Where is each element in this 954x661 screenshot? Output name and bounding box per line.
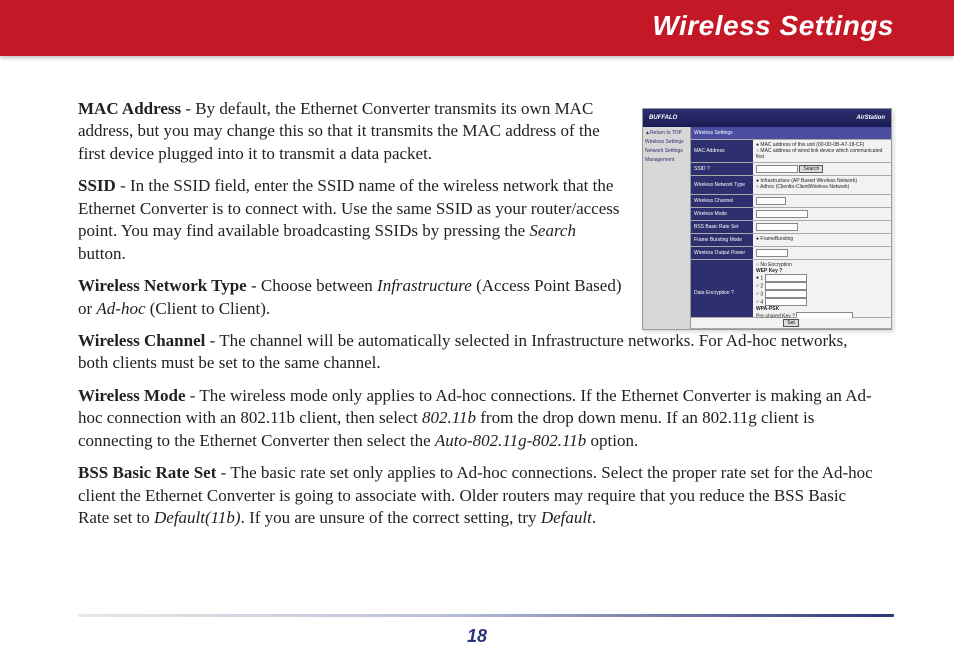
para-wm: Wireless Mode - The wireless mode only a…	[78, 385, 878, 452]
page: Wireless Settings BUFFALO AirStation ▲Re…	[0, 0, 954, 661]
emph-adhoc: Ad-hoc	[96, 299, 145, 318]
term-mac: MAC Address	[78, 99, 181, 118]
footer-rule	[78, 614, 894, 617]
term-wch: Wireless Channel	[78, 331, 205, 350]
term-wm: Wireless Mode	[78, 386, 186, 405]
emph-search: Search	[529, 221, 576, 240]
term-bss: BSS Basic Rate Set	[78, 463, 216, 482]
page-number: 18	[0, 626, 954, 647]
emph-infrastructure: Infrastructure	[377, 276, 472, 295]
para-bss: BSS Basic Rate Set - The basic rate set …	[78, 462, 878, 529]
emph-80211b: 802.11b	[422, 408, 476, 427]
para-ssid: SSID - In the SSID field, enter the SSID…	[78, 175, 623, 265]
emph-default: Default	[541, 508, 592, 527]
page-title: Wireless Settings	[652, 10, 894, 42]
term-ssid: SSID	[78, 176, 116, 195]
para-wnt: Wireless Network Type - Choose between I…	[78, 275, 623, 320]
emph-default11b: Default(11b)	[154, 508, 241, 527]
emph-auto-mode: Auto-802.11g-802.11b	[435, 431, 586, 450]
body-content: MAC Address - By default, the Ethernet C…	[78, 98, 878, 539]
term-wnt: Wireless Network Type	[78, 276, 247, 295]
para-wch: Wireless Channel - The channel will be a…	[78, 330, 878, 375]
header-band: Wireless Settings	[0, 0, 954, 56]
para-mac: MAC Address - By default, the Ethernet C…	[78, 98, 623, 165]
